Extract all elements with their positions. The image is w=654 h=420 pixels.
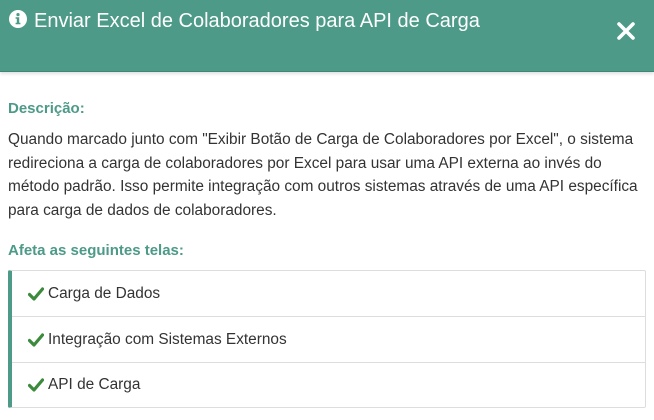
list-item-label: API de Carga — [48, 376, 141, 393]
list-item: Carga de Dados — [12, 271, 645, 317]
info-circle-icon — [9, 10, 27, 28]
list-item: API de Carga — [12, 363, 645, 407]
close-icon[interactable] — [615, 20, 637, 42]
list-item: Integração com Sistemas Externos — [12, 317, 645, 363]
affected-screens-list: Carga de Dados Integração com Sistemas E… — [8, 270, 646, 408]
check-icon — [28, 378, 44, 392]
description-text: Quando marcado junto com "Exibir Botão d… — [8, 131, 638, 219]
modal-dialog: Enviar Excel de Colaboradores para API d… — [0, 0, 654, 420]
affected-screens-label: Afeta as seguintes telas: — [8, 242, 184, 259]
modal-header: Enviar Excel de Colaboradores para API d… — [0, 0, 654, 72]
modal-title: Enviar Excel de Colaboradores para API d… — [34, 10, 480, 32]
check-icon — [28, 286, 44, 301]
description-label: Descrição: — [8, 100, 85, 117]
list-item-label: Integração com Sistemas Externos — [48, 330, 287, 348]
check-icon — [28, 332, 44, 347]
list-item-label: Carga de Dados — [48, 284, 161, 302]
